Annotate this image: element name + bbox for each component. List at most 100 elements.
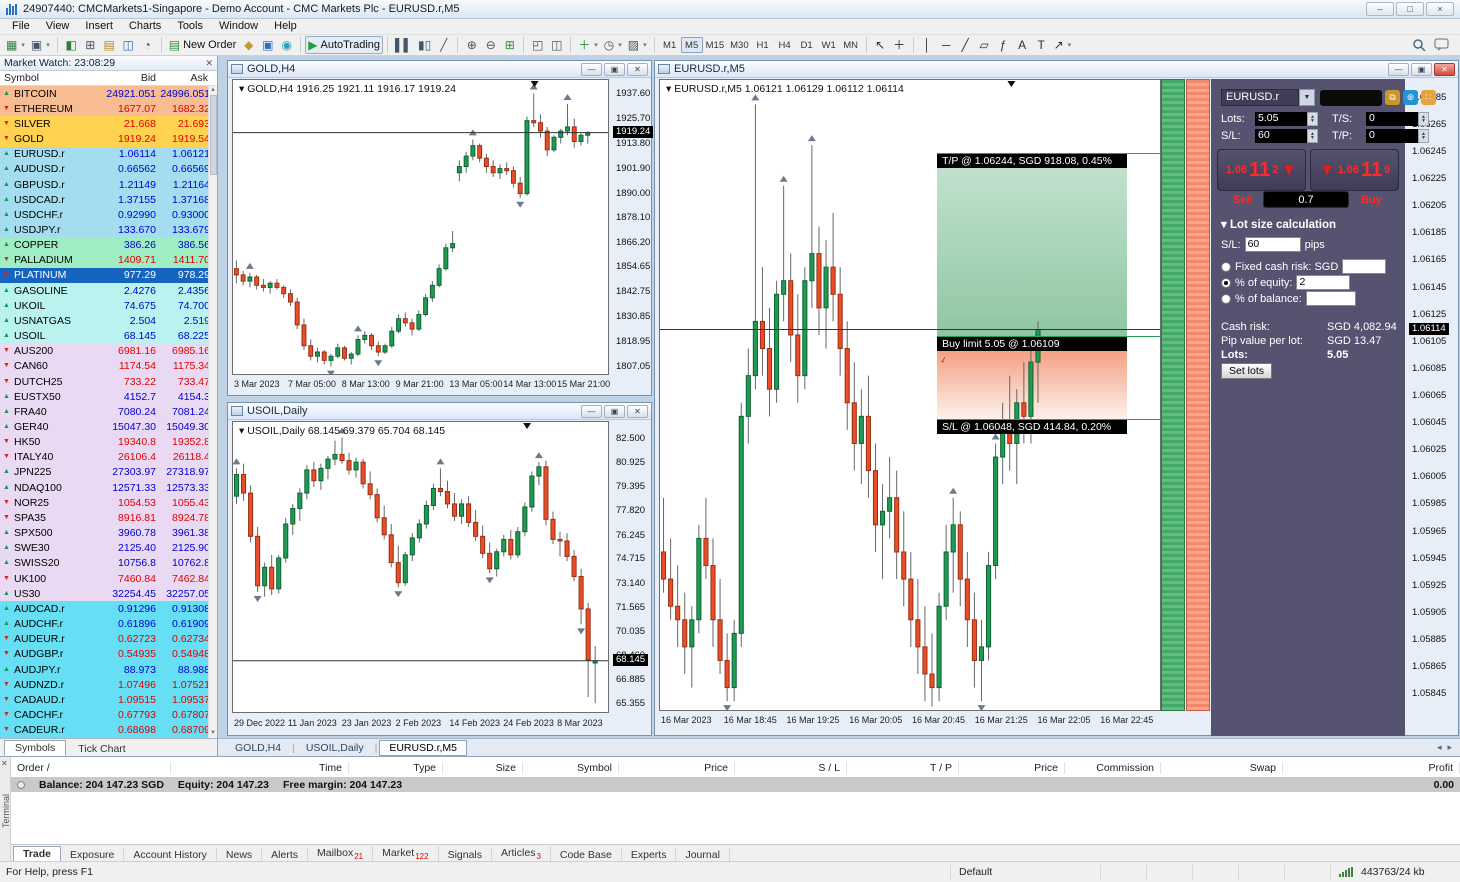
chart-restore-button[interactable]: ▣ bbox=[1411, 63, 1432, 76]
chart-minimize-button[interactable]: — bbox=[581, 63, 602, 76]
timeframe-h1-button[interactable]: H1 bbox=[752, 37, 774, 53]
market-row-BITCOIN[interactable]: ▲BITCOIN24921.05124996.051 bbox=[0, 86, 217, 101]
maximize-button[interactable]: □ bbox=[1396, 2, 1424, 16]
set-lots-button[interactable]: Set lots bbox=[1221, 363, 1272, 379]
buy-button[interactable]: ▼ 1.06119 bbox=[1310, 149, 1399, 191]
navigator-icon[interactable]: ▤ bbox=[100, 36, 119, 54]
terminal-tab-journal[interactable]: Journal bbox=[676, 848, 729, 862]
market-row-SWE30[interactable]: ▲SWE302125.402125.90 bbox=[0, 541, 217, 556]
market-row-NOR25[interactable]: ▼NOR251054.531055.43 bbox=[0, 495, 217, 510]
channel-icon[interactable]: ▱ bbox=[975, 36, 994, 54]
chart-titlebar-eurusd[interactable]: EURUSD.r,M5 — ▣ ✕ bbox=[655, 61, 1458, 78]
arrange-cascade-icon[interactable]: ◰ bbox=[528, 36, 547, 54]
chart-plot-eurusd[interactable]: T/P @ 1.06244, SGD 918.08, 0.45%Buy limi… bbox=[659, 79, 1161, 711]
chart-canvas-eurusd[interactable] bbox=[660, 80, 1161, 711]
market-row-FRA40[interactable]: ▲FRA407080.247081.24 bbox=[0, 404, 217, 419]
market-row-USNATGAS[interactable]: ▲USNATGAS2.5042.519 bbox=[0, 313, 217, 328]
terminal-column-9[interactable]: Commission bbox=[1065, 762, 1161, 774]
market-row-AUDJPY.r[interactable]: ▲AUDJPY.r88.97388.988 bbox=[0, 662, 217, 677]
terminal-tab-news[interactable]: News bbox=[217, 848, 262, 862]
timeframe-m15-button[interactable]: M15 bbox=[703, 37, 727, 53]
terminal-column-8[interactable]: Price bbox=[959, 762, 1065, 774]
market-row-ITALY40[interactable]: ▼ITALY4026106.426118.4 bbox=[0, 450, 217, 465]
terminal-column-0[interactable]: Order / bbox=[11, 762, 171, 774]
market-row-EUSTX50[interactable]: ▲EUSTX504152.74154.3 bbox=[0, 389, 217, 404]
order-comment-field[interactable] bbox=[1320, 90, 1382, 106]
market-row-USOIL[interactable]: ▲USOIL68.14568.225 bbox=[0, 329, 217, 344]
fixed-cash-risk-input[interactable] bbox=[1342, 259, 1386, 274]
stop-loss-input[interactable]: 60 bbox=[1255, 129, 1307, 143]
market-watch-scrollbar[interactable]: ▲▼ bbox=[208, 86, 217, 738]
take-profit-stepper[interactable]: ▲▼ bbox=[1418, 129, 1429, 143]
chart-titlebar-usoil[interactable]: USOIL,Daily — ▣ ✕ bbox=[228, 403, 651, 420]
market-row-AUDCAD.r[interactable]: ▲AUDCAD.r0.912960.91308 bbox=[0, 601, 217, 616]
market-row-CADAUD.r[interactable]: ▼CADAUD.r1.095151.09537 bbox=[0, 692, 217, 707]
market-row-DUTCH25[interactable]: ▼DUTCH25733.22733.47 bbox=[0, 374, 217, 389]
terminal-column-3[interactable]: Size bbox=[443, 762, 523, 774]
market-row-HK50[interactable]: ▼HK5019340.819352.8 bbox=[0, 435, 217, 450]
timeframe-m30-button[interactable]: M30 bbox=[727, 37, 751, 53]
chart-minimize-button[interactable]: — bbox=[581, 405, 602, 418]
terminal-column-11[interactable]: Profit bbox=[1283, 762, 1460, 774]
lots-input[interactable]: 5.05 bbox=[1255, 112, 1307, 126]
chart-tab-gold-h4[interactable]: GOLD,H4 bbox=[226, 741, 290, 755]
chart-minimize-button[interactable]: — bbox=[1388, 63, 1409, 76]
data-window-icon[interactable]: ⊞ bbox=[81, 36, 100, 54]
symbol-dropdown-button[interactable]: ▼ bbox=[1299, 89, 1315, 106]
zoom-out-icon[interactable]: ⊖ bbox=[481, 36, 500, 54]
new-chart-icon[interactable]: ▦ bbox=[3, 36, 28, 54]
close-button[interactable]: × bbox=[1426, 2, 1454, 16]
fixed-cash-risk-radio[interactable] bbox=[1221, 262, 1231, 272]
cursor-icon[interactable]: ↖ bbox=[871, 36, 890, 54]
status-profile[interactable]: Default bbox=[950, 865, 1100, 880]
market-row-AUDEUR.r[interactable]: ▼AUDEUR.r0.627230.62734 bbox=[0, 632, 217, 647]
vertical-line-icon[interactable]: │ bbox=[918, 36, 937, 54]
market-row-EURUSD.r[interactable]: ▲EURUSD.r1.061141.06121 bbox=[0, 147, 217, 162]
trendline-icon[interactable]: ╱ bbox=[956, 36, 975, 54]
crosshair-icon[interactable]: ＋ bbox=[890, 36, 909, 54]
timeframe-m5-button[interactable]: M5 bbox=[681, 37, 703, 53]
panel-settings-gear-icon[interactable]: ⊛ bbox=[1403, 90, 1418, 105]
chart-close-button[interactable]: ✕ bbox=[1434, 63, 1455, 76]
copy-settings-icon[interactable]: ⧉ bbox=[1385, 90, 1400, 105]
market-watch-tab-symbols[interactable]: Symbols bbox=[4, 740, 66, 756]
templates-icon[interactable]: ▨ bbox=[625, 36, 650, 54]
market-row-PALLADIUM[interactable]: ▼PALLADIUM1409.711411.70 bbox=[0, 253, 217, 268]
menu-charts[interactable]: Charts bbox=[121, 19, 169, 34]
terminal-column-2[interactable]: Type bbox=[349, 762, 443, 774]
market-row-USDCHF.r[interactable]: ▲USDCHF.r0.929900.93000 bbox=[0, 207, 217, 222]
market-row-AUDCHF.r[interactable]: ▲AUDCHF.r0.618960.61909 bbox=[0, 616, 217, 631]
market-row-AUDUSD.r[interactable]: ▲AUDUSD.r0.665620.66569 bbox=[0, 162, 217, 177]
market-row-ETHEREUM[interactable]: ▼ETHEREUM1677.071682.32 bbox=[0, 101, 217, 116]
market-row-GASOLINE[interactable]: ▲GASOLINE2.42762.4356 bbox=[0, 283, 217, 298]
market-row-PLATINUM[interactable]: ▼PLATINUM977.29978.29 bbox=[0, 268, 217, 283]
terminal-column-4[interactable]: Symbol bbox=[523, 762, 619, 774]
market-row-SILVER[interactable]: ▼SILVER21.66821.693 bbox=[0, 116, 217, 131]
terminal-column-10[interactable]: Swap bbox=[1161, 762, 1283, 774]
community-icon[interactable]: ◉ bbox=[277, 36, 296, 54]
strategy-tester-icon[interactable]: ◔ bbox=[138, 36, 157, 54]
terminal-tab-articles[interactable]: Articles3 bbox=[492, 846, 551, 862]
chart-close-button[interactable]: ✕ bbox=[627, 63, 648, 76]
candlestick-chart-icon[interactable]: ▮▯ bbox=[415, 36, 434, 54]
symbol-select[interactable]: EURUSD.r bbox=[1221, 89, 1299, 106]
market-row-AUS200[interactable]: ▼AUS2006981.166985.16 bbox=[0, 344, 217, 359]
terminal-tab-alerts[interactable]: Alerts bbox=[262, 848, 308, 862]
percent-equity-input[interactable]: 2 bbox=[1296, 275, 1350, 290]
column-header-ask[interactable]: Ask bbox=[156, 72, 208, 84]
timeframe-h4-button[interactable]: H4 bbox=[774, 37, 796, 53]
percent-balance-input[interactable] bbox=[1306, 291, 1356, 306]
trailing-stop-input[interactable]: 0 bbox=[1366, 112, 1418, 126]
market-row-AUDNZD.r[interactable]: ▼AUDNZD.r1.074961.07521 bbox=[0, 677, 217, 692]
percent-balance-radio[interactable] bbox=[1221, 294, 1231, 304]
market-row-NDAQ100[interactable]: ▲NDAQ10012571.3312573.33 bbox=[0, 480, 217, 495]
chart-titlebar-gold[interactable]: GOLD,H4 — ▣ ✕ bbox=[228, 61, 651, 78]
chart-restore-button[interactable]: ▣ bbox=[604, 63, 625, 76]
terminal-column-5[interactable]: Price bbox=[619, 762, 735, 774]
terminal-toggle-icon[interactable]: ◫ bbox=[119, 36, 138, 54]
market-row-SWISS20[interactable]: ▲SWISS2010756.810762.8 bbox=[0, 556, 217, 571]
terminal-tab-exposure[interactable]: Exposure bbox=[61, 848, 124, 862]
chart-close-button[interactable]: ✕ bbox=[627, 405, 648, 418]
lots-stepper[interactable]: ▲▼ bbox=[1307, 112, 1318, 126]
market-row-CADEUR.r[interactable]: ▼CADEUR.r0.686980.68709 bbox=[0, 723, 217, 738]
